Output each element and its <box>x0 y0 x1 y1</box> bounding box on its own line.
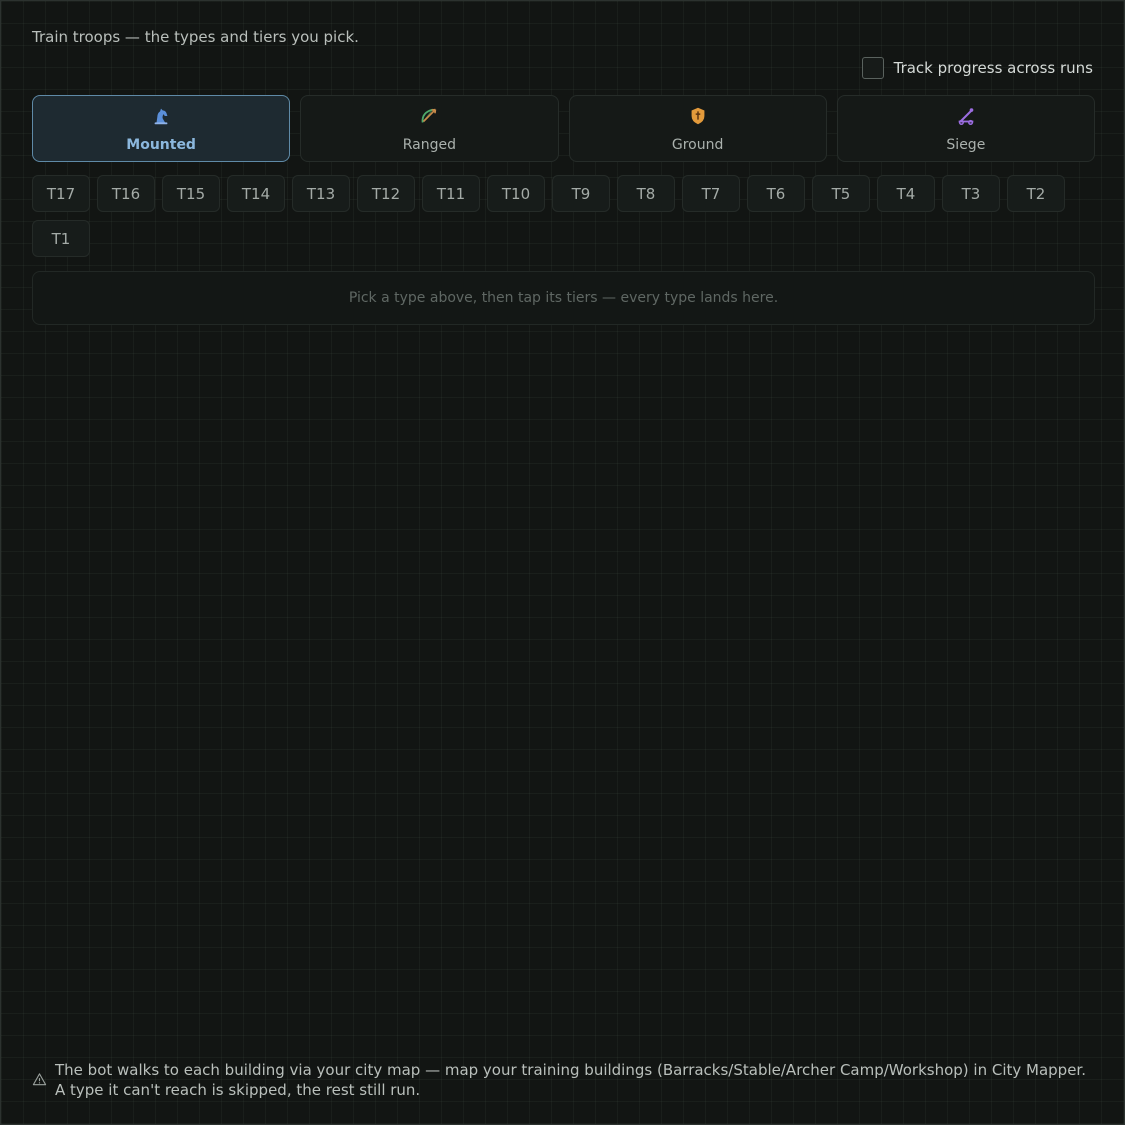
tier-button-t17[interactable]: T17 <box>32 175 90 212</box>
tier-button-t11[interactable]: T11 <box>422 175 480 212</box>
tier-button-t12[interactable]: T12 <box>357 175 415 212</box>
bow-arrow-icon <box>418 105 440 131</box>
tier-button-t6[interactable]: T6 <box>747 175 805 212</box>
intro-text: Train troops — the types and tiers you p… <box>32 28 359 46</box>
catapult-icon <box>955 105 977 131</box>
tier-button-t7[interactable]: T7 <box>682 175 740 212</box>
horse-icon <box>150 105 172 131</box>
type-label-mounted: Mounted <box>126 136 196 153</box>
tier-button-t2[interactable]: T2 <box>1007 175 1065 212</box>
warning-icon <box>32 1060 47 1091</box>
type-label-ranged: Ranged <box>402 136 456 153</box>
type-label-siege: Siege <box>946 136 986 153</box>
tier-button-t1[interactable]: T1 <box>32 220 90 257</box>
tier-selector: T17 T16 T15 T14 T13 T12 T11 T10 T9 T8 T7… <box>32 175 1095 257</box>
type-card-siege[interactable]: Siege <box>836 95 1095 162</box>
type-label-ground: Ground <box>671 136 724 153</box>
dropzone-hint: Pick a type above, then tap its tiers — … <box>348 290 779 306</box>
tier-button-t15[interactable]: T15 <box>162 175 220 212</box>
tier-button-t5[interactable]: T5 <box>812 175 870 212</box>
tier-button-t10[interactable]: T10 <box>487 175 545 212</box>
track-progress-label: Track progress across runs <box>893 59 1093 77</box>
tier-button-t13[interactable]: T13 <box>292 175 350 212</box>
footer-note: The bot walks to each building via your … <box>32 1060 1100 1100</box>
troop-training-panel: Train troops — the types and tiers you p… <box>0 0 1125 1125</box>
tier-button-t8[interactable]: T8 <box>617 175 675 212</box>
tier-button-t16[interactable]: T16 <box>97 175 155 212</box>
tier-button-t3[interactable]: T3 <box>942 175 1000 212</box>
footer-note-text: The bot walks to each building via your … <box>55 1061 1086 1099</box>
selection-dropzone: Pick a type above, then tap its tiers — … <box>32 271 1095 325</box>
type-card-ranged[interactable]: Ranged <box>300 95 559 162</box>
tier-button-t4[interactable]: T4 <box>877 175 935 212</box>
type-card-mounted[interactable]: Mounted <box>32 95 291 162</box>
tier-button-t14[interactable]: T14 <box>227 175 285 212</box>
track-progress-checkbox[interactable] <box>861 57 884 79</box>
tier-button-t9[interactable]: T9 <box>552 175 610 212</box>
troop-type-selector: Mounted Ranged Ground Siege <box>32 95 1095 162</box>
type-card-ground[interactable]: Ground <box>568 95 827 162</box>
track-progress-toggle[interactable]: Track progress across runs <box>861 57 1093 79</box>
shield-icon <box>687 105 709 131</box>
